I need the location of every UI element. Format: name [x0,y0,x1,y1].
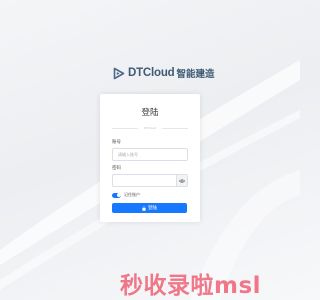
account-placeholder: 请输入账号 [118,152,138,157]
dtcloud-logo-icon [113,67,125,79]
brand-tagline: 智能建造 [176,69,215,80]
login-card: 登陆 DTCloud 账号 请输入账号 密码 记住账户 登陆 [100,94,200,222]
remember-switch[interactable] [112,192,121,198]
remember-account[interactable]: 记住账户 [112,192,140,198]
remember-label: 记住账户 [124,192,140,197]
watermark-text: 秒收录啦msl [120,273,262,299]
lock-icon [142,205,146,211]
password-input[interactable] [112,174,188,187]
divider-line-right [162,128,188,129]
password-label: 密码 [112,166,121,171]
switch-knob [116,193,121,197]
password-toggle-button[interactable] [176,175,187,186]
account-label: 账号 [112,140,121,145]
login-button[interactable]: 登陆 [112,203,187,213]
divider-line-left [112,128,138,129]
brand-name: DTCloud [128,67,175,79]
login-title: 登陆 [141,108,159,118]
account-input[interactable]: 请输入账号 [112,148,188,161]
eye-icon [179,178,185,183]
divider-text: DTCloud [143,126,157,130]
title-divider: DTCloud [112,126,188,130]
brand-logo: DTCloud 智能建造 [113,66,215,80]
login-button-label: 登陆 [148,205,157,210]
